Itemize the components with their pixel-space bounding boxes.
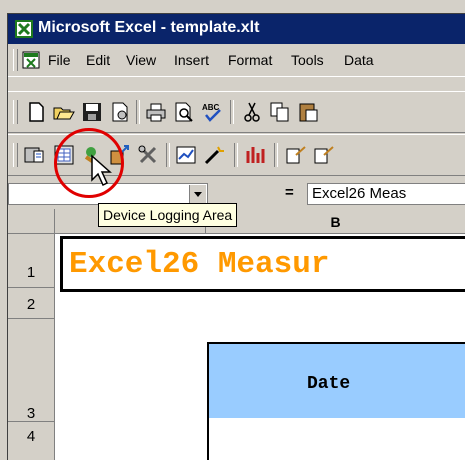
data-icon[interactable]	[244, 143, 268, 167]
mouse-cursor-icon	[91, 154, 112, 187]
svg-text:ABC: ABC	[202, 103, 220, 112]
chevron-down-icon	[194, 192, 202, 197]
save-icon[interactable]	[80, 100, 104, 124]
device-setup-icon[interactable]	[22, 143, 46, 167]
standard-toolbar: ABC	[8, 91, 465, 133]
toolbar-grip[interactable]	[13, 143, 18, 167]
cut-icon[interactable]	[240, 100, 264, 124]
date-header-text: Date	[307, 374, 351, 394]
export2-icon[interactable]	[312, 143, 336, 167]
toolbar-separator	[136, 100, 140, 124]
select-all-corner[interactable]	[8, 209, 55, 234]
menu-insert[interactable]: Insert	[174, 52, 209, 68]
menu-file[interactable]: File	[48, 52, 71, 68]
menu-format[interactable]: Format	[228, 52, 272, 68]
toolbar-separator	[274, 143, 278, 167]
menu-grip[interactable]	[13, 49, 18, 71]
excel-window: Microsoft Excel - template.xlt File Edit…	[0, 0, 465, 460]
workbook-icon[interactable]	[22, 51, 40, 69]
open-folder-icon[interactable]	[52, 100, 76, 124]
row-header-3[interactable]: 3	[8, 319, 55, 422]
toolbar-separator	[166, 143, 170, 167]
wand-icon[interactable]	[202, 143, 226, 167]
title-bar: Microsoft Excel - template.xlt	[8, 14, 465, 44]
device-logging-area-tooltip: Device Logging Area	[98, 203, 238, 227]
worksheet-grid: A B 1 2 3 4 Excel26 Measur Date	[8, 209, 465, 460]
toolbar-separator	[234, 143, 238, 167]
date-value-cell[interactable]	[207, 418, 465, 460]
formula-input[interactable]: Excel26 Meas	[307, 183, 465, 205]
new-document-icon[interactable]	[24, 100, 48, 124]
excel-app-icon	[15, 20, 33, 38]
formula-equals[interactable]: =	[285, 184, 294, 201]
toolbar-grip[interactable]	[13, 100, 18, 124]
menu-view[interactable]: View	[126, 52, 156, 68]
row-header-4[interactable]: 4	[8, 422, 55, 460]
title-cell-text: Excel26 Measur	[69, 247, 330, 282]
toolbar-separator	[230, 100, 234, 124]
menu-data[interactable]: Data	[344, 52, 374, 68]
export-icon[interactable]	[284, 143, 308, 167]
date-header-cell[interactable]: Date	[207, 342, 465, 420]
row-header-2[interactable]: 2	[8, 288, 55, 319]
column-header-b[interactable]: B	[206, 209, 465, 234]
row-header-1[interactable]: 1	[8, 234, 55, 288]
window-title: Microsoft Excel - template.xlt	[38, 19, 260, 36]
tools-icon[interactable]	[136, 143, 160, 167]
print-preview-icon[interactable]	[172, 100, 196, 124]
menu-bar: File Edit View Insert Format Tools Data	[8, 44, 465, 77]
menu-tools[interactable]: Tools	[291, 52, 324, 68]
menu-edit[interactable]: Edit	[86, 52, 110, 68]
print-icon[interactable]	[144, 100, 168, 124]
copy-icon[interactable]	[268, 100, 292, 124]
paste-icon[interactable]	[296, 100, 320, 124]
spelling-icon[interactable]: ABC	[200, 100, 224, 124]
title-cell[interactable]: Excel26 Measur	[60, 236, 465, 292]
name-box-dropdown[interactable]	[189, 185, 206, 203]
chart-icon[interactable]	[174, 143, 198, 167]
permission-icon[interactable]	[108, 100, 132, 124]
